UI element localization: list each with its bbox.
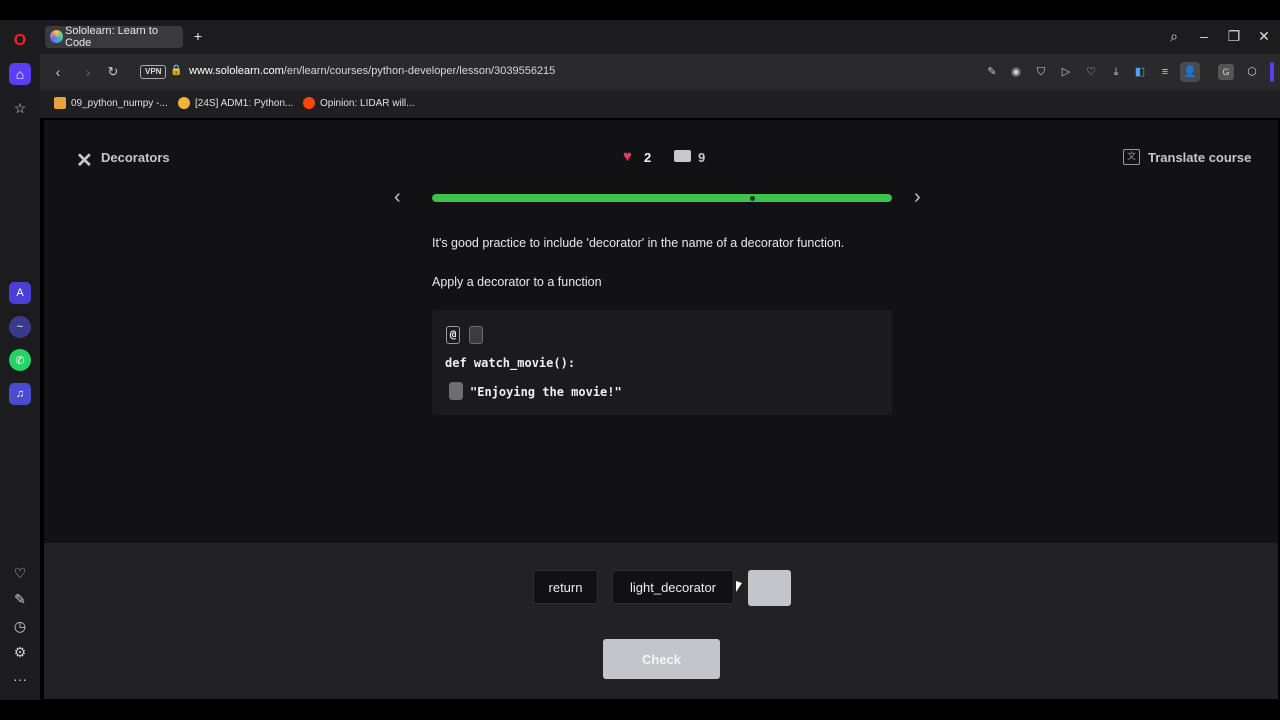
translate-icon[interactable]: 文 [1123, 149, 1140, 165]
check-button[interactable]: Check [603, 639, 720, 679]
heart-icon: ♥ [623, 148, 632, 165]
bookmark-item[interactable]: 09_python_numpy -... [54, 97, 168, 109]
blank-slot-body[interactable] [449, 382, 463, 400]
heart-icon[interactable]: ♡ [9, 562, 31, 584]
player-icon[interactable]: ♫ [9, 383, 31, 405]
scroll-indicator [1270, 62, 1274, 82]
bookmark-label: Opinion: LIDAR will... [320, 97, 415, 109]
chevron-right-icon[interactable]: › [914, 186, 921, 209]
blank-slot-decorator[interactable] [469, 326, 483, 344]
lesson-progress-bar [432, 194, 892, 202]
sidebar-toggle-icon[interactable]: ◧ [1132, 64, 1148, 80]
download-icon[interactable]: ⤓ [1108, 64, 1124, 80]
sololearn-favicon-icon [50, 30, 63, 43]
play-icon[interactable]: ▷ [1058, 64, 1074, 80]
settings-icon[interactable]: ⚙ [9, 641, 31, 663]
history-icon[interactable]: ◷ [9, 615, 31, 637]
at-symbol-token: @ [446, 326, 460, 344]
restore-icon[interactable]: ❐ [1225, 28, 1243, 45]
snapshot-edit-icon[interactable]: ✎ [984, 64, 1000, 80]
favorite-heart-icon[interactable]: ♡ [1083, 64, 1099, 80]
lesson-title: Decorators [101, 150, 170, 165]
edit-icon[interactable]: ✎ [9, 588, 31, 610]
close-window-icon[interactable]: ✕ [1255, 28, 1273, 45]
aria-icon[interactable]: A [9, 282, 31, 304]
extensions-icon[interactable]: ⬡ [1244, 64, 1260, 80]
progress-marker [750, 196, 755, 201]
url-field[interactable]: www.sololearn.com/en/learn/courses/pytho… [189, 65, 555, 77]
home-icon[interactable]: ⌂ [9, 63, 31, 85]
messenger-icon[interactable]: ~ [9, 316, 31, 338]
opera-sidebar: O ⌂ ☆ A ~ ✆ ♫ ♡ ✎ ◷ ⚙ ··· [0, 20, 40, 700]
bookmark-label: 09_python_numpy -... [71, 97, 168, 109]
lesson-subheading: Apply a decorator to a function [432, 275, 602, 289]
more-icon[interactable]: ··· [9, 668, 31, 690]
bookmark-item[interactable]: Opinion: LIDAR will... [303, 97, 414, 109]
answer-option-light-decorator[interactable]: light_decorator [612, 570, 734, 604]
shield-icon[interactable]: ⛉ [1033, 64, 1049, 80]
easy-setup-icon[interactable]: ≡ [1157, 64, 1173, 80]
code-line-def: def watch_movie(): [445, 356, 576, 370]
translate-course-button[interactable]: Translate course [1148, 150, 1251, 165]
answer-panel: return light_decorator Check [44, 543, 1278, 699]
comments-count[interactable]: 9 [698, 150, 705, 165]
notebook-icon [54, 97, 66, 109]
tab-strip: Sololearn: Learn to Code + ⌕ – ❐ ✕ [40, 20, 1280, 54]
lesson-text: It's good practice to include 'decorator… [432, 236, 845, 250]
code-line-string: "Enjoying the movie!" [470, 385, 622, 399]
vpn-badge[interactable]: VPN [140, 65, 167, 79]
extension-g-icon[interactable]: G [1218, 64, 1234, 80]
code-block: @ def watch_movie(): "Enjoying the movie… [432, 310, 892, 415]
bookmark-item[interactable]: [24S] ADM1: Python... [178, 97, 293, 109]
comment-icon[interactable] [674, 150, 691, 162]
mouse-cursor-icon [736, 581, 742, 592]
chevron-left-icon[interactable]: ‹ [394, 186, 401, 209]
lock-icon[interactable]: 🔒 [170, 65, 182, 76]
camera-icon[interactable]: ◉ [1008, 64, 1024, 80]
bookmark-label: [24S] ADM1: Python... [195, 97, 294, 109]
progress-fill [432, 194, 892, 202]
minimize-icon[interactable]: – [1195, 28, 1213, 44]
back-icon[interactable]: ‹ [50, 64, 66, 80]
url-host: www.sololearn.com [189, 65, 284, 77]
bookmarks-bar: 09_python_numpy -... [24S] ADM1: Python.… [40, 90, 1280, 118]
tab-title: Sololearn: Learn to Code [65, 25, 158, 49]
reddit-icon [303, 97, 315, 109]
answer-option-return[interactable]: return [533, 570, 598, 604]
search-icon[interactable]: ⌕ [1165, 28, 1183, 45]
tab-sololearn[interactable]: Sololearn: Learn to Code [45, 25, 183, 49]
new-tab-button[interactable]: + [190, 29, 206, 45]
opera-logo-icon[interactable]: O [9, 30, 31, 52]
answer-option-empty[interactable] [748, 570, 791, 606]
reload-icon[interactable]: ↻ [105, 64, 121, 80]
moodle-icon [178, 97, 190, 109]
close-lesson-icon[interactable]: ✕ [76, 148, 93, 173]
account-icon[interactable]: 👤 [1180, 62, 1200, 82]
url-path: /en/learn/courses/python-developer/lesso… [283, 65, 556, 77]
hearts-count: 2 [644, 150, 652, 165]
lesson-page: ✕ Decorators ♥ 2 9 文 Translate course ‹ … [44, 120, 1278, 543]
whatsapp-icon[interactable]: ✆ [9, 349, 31, 371]
speed-dial-icon[interactable]: ☆ [9, 97, 31, 119]
address-bar: ‹ › ↻ VPN 🔒 www.sololearn.com/en/learn/c… [40, 54, 1280, 90]
forward-icon[interactable]: › [80, 64, 96, 80]
